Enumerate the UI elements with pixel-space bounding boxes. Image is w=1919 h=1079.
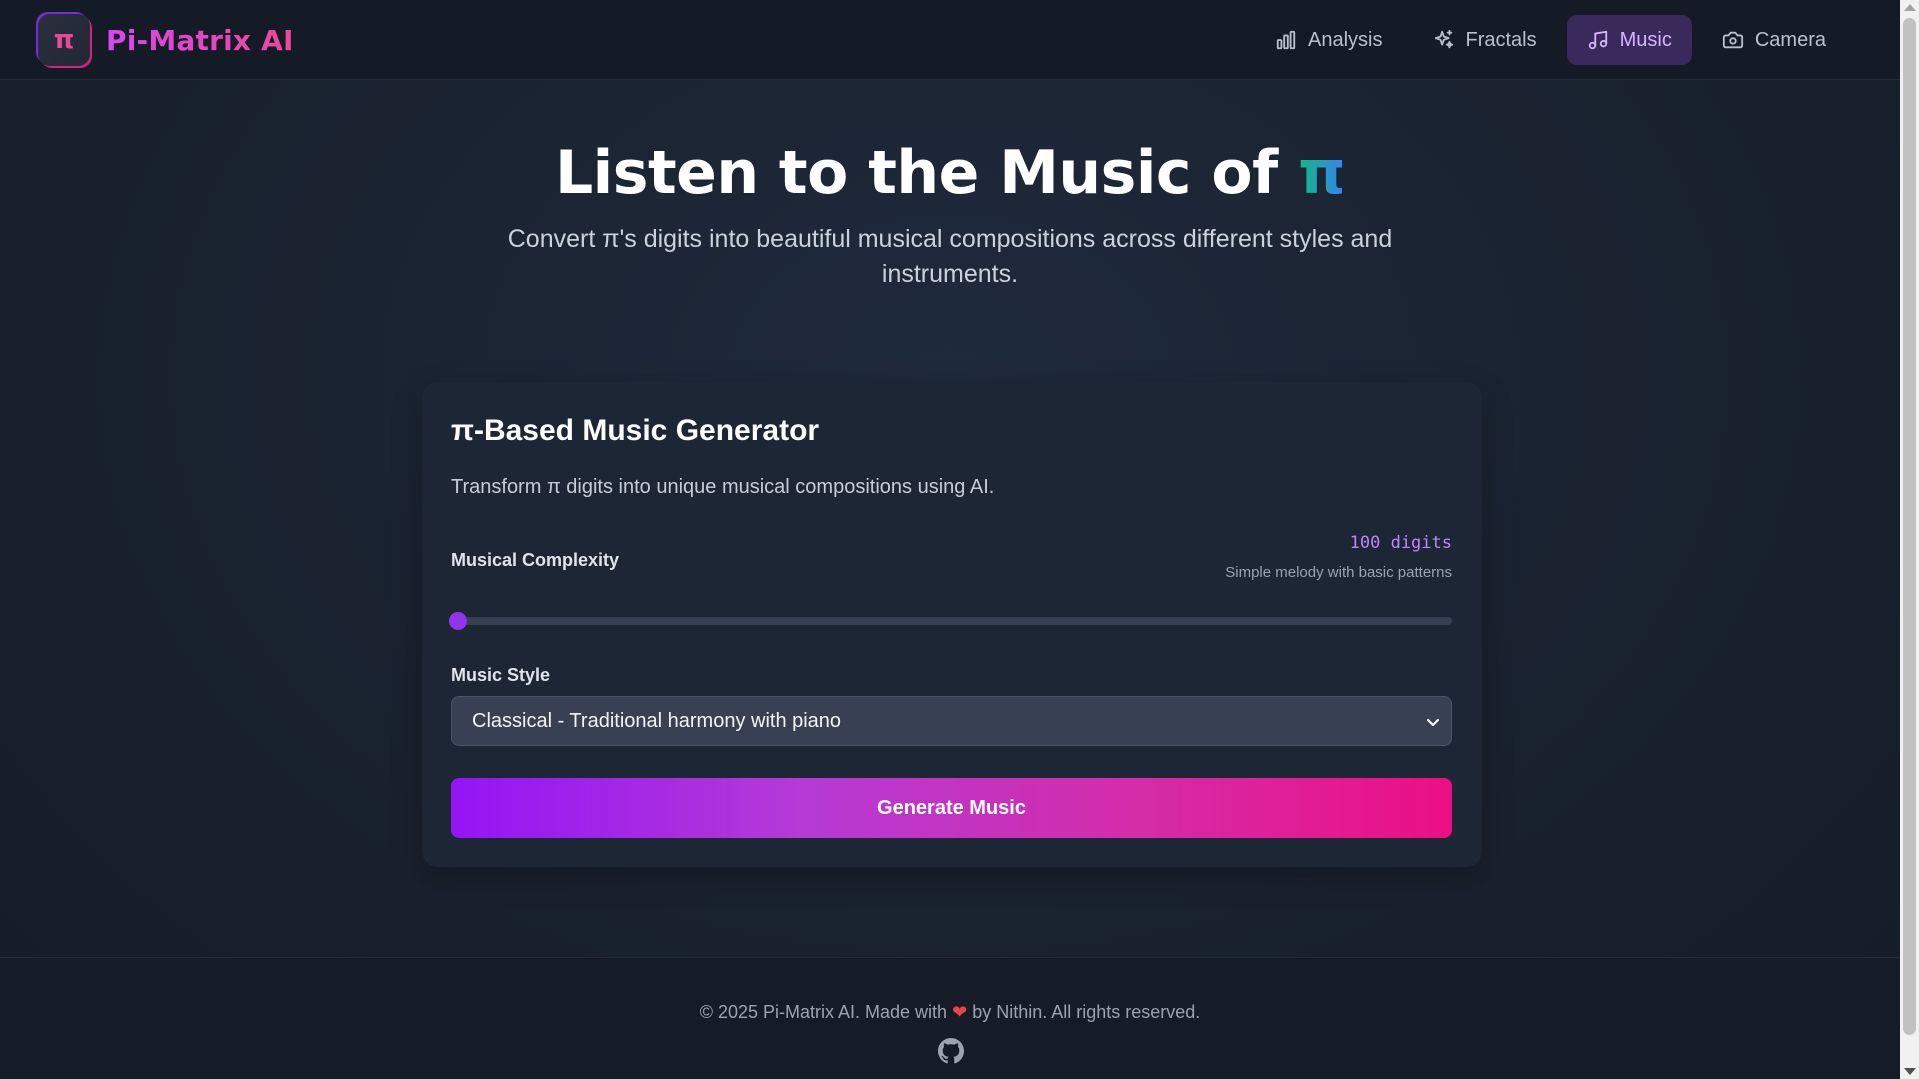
complexity-slider[interactable] <box>449 612 1452 630</box>
nav-item-label: Camera <box>1754 28 1826 51</box>
camera-icon <box>1722 31 1743 49</box>
nav-item-music[interactable]: Music <box>1566 15 1692 65</box>
hero-title-text: Listen to the Music of <box>554 138 1278 208</box>
app-name: Pi-Matrix AI <box>106 23 294 57</box>
nav-item-label: Music <box>1619 28 1672 51</box>
slider-thumb[interactable] <box>449 612 467 630</box>
github-icon[interactable] <box>938 1038 964 1064</box>
main-nav: Analysis Fractals Music Camera <box>1255 15 1846 65</box>
hero-title-pi: π <box>1298 138 1346 208</box>
pi-logo-icon: π <box>53 25 75 55</box>
card-title: π-Based Music Generator <box>451 414 820 447</box>
footer-copyright: © 2025 Pi-Matrix AI. Made with ❤ by Nith… <box>0 1002 1900 1023</box>
complexity-hint: Simple melody with basic patterns <box>1225 564 1452 581</box>
bar-chart-icon <box>1276 30 1296 50</box>
footer-text-after: by Nithin. All rights reserved. <box>972 1002 1201 1022</box>
nav-item-label: Fractals <box>1465 28 1537 51</box>
scroll-down-arrow-icon[interactable] <box>1904 1068 1916 1075</box>
music-generator-card: π-Based Music Generator Transform π digi… <box>422 382 1482 867</box>
music-style-label: Music Style <box>451 665 551 685</box>
logo-badge: π <box>38 14 90 66</box>
generate-music-button[interactable]: Generate Music <box>451 778 1452 838</box>
heart-icon: ❤ <box>952 1002 968 1022</box>
footer: © 2025 Pi-Matrix AI. Made with ❤ by Nith… <box>0 957 1900 1079</box>
nav-item-camera[interactable]: Camera <box>1702 15 1846 65</box>
logo[interactable]: π Pi-Matrix AI <box>38 14 294 66</box>
music-style-select[interactable]: Classical - Traditional harmony with pia… <box>451 696 1452 746</box>
slider-track <box>451 617 1452 625</box>
nav-item-analysis[interactable]: Analysis <box>1255 15 1402 65</box>
music-note-icon <box>1588 30 1607 50</box>
top-navbar: π Pi-Matrix AI Analysis Fractals Music C… <box>0 0 1900 80</box>
hero-title: Listen to the Music of π <box>0 138 1900 208</box>
footer-text-before: © 2025 Pi-Matrix AI. Made with <box>699 1002 948 1022</box>
chevron-down-icon <box>1426 718 1440 727</box>
page: π Pi-Matrix AI Analysis Fractals Music C… <box>0 0 1900 1079</box>
music-style-selected: Classical - Traditional harmony with pia… <box>472 709 842 732</box>
nav-item-fractals[interactable]: Fractals <box>1413 15 1557 65</box>
hero-subtitle: Convert π's digits into beautiful musica… <box>507 225 1393 288</box>
nav-item-label: Analysis <box>1308 28 1383 51</box>
scrollbar-thumb[interactable] <box>1903 18 1916 1035</box>
digits-value: 100 digits <box>1349 533 1452 553</box>
sparkles-icon <box>1434 29 1453 49</box>
card-description: Transform π digits into unique musical c… <box>451 476 995 498</box>
page-scrollbar[interactable] <box>1900 0 1919 1079</box>
complexity-label: Musical Complexity <box>451 550 620 570</box>
scroll-up-arrow-icon[interactable] <box>1904 4 1916 11</box>
